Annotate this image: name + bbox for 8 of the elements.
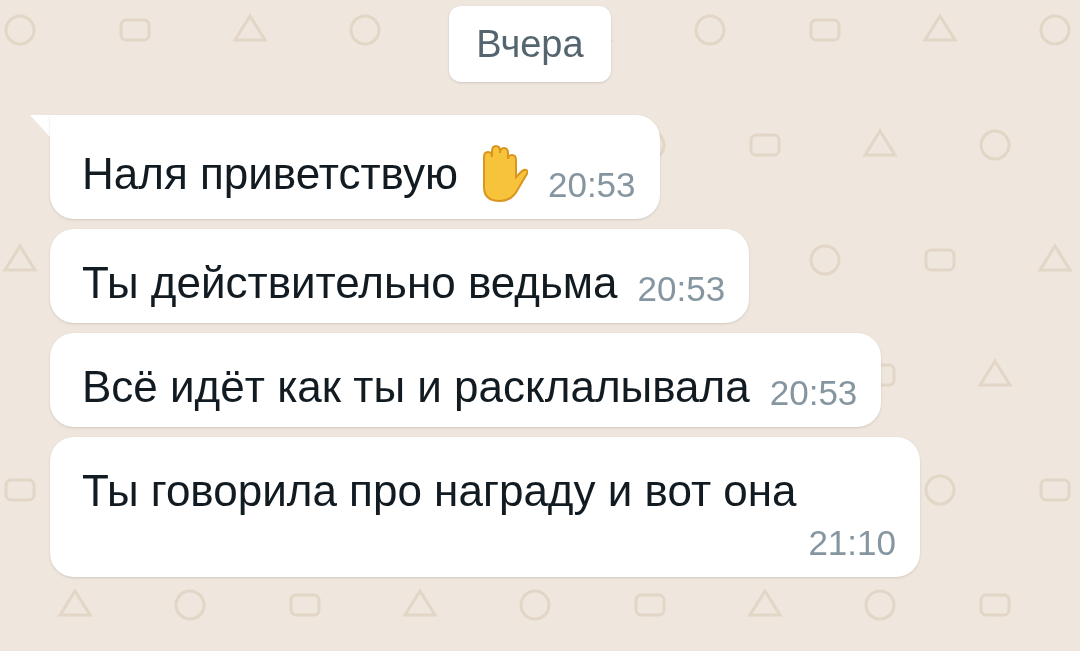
message-time: 20:53 [547, 165, 636, 205]
message-text: Всё идёт как ты и расклалывала [82, 361, 750, 413]
message-text: Ты действительно ведьма [82, 257, 618, 309]
message-text: Наля приветствую [82, 148, 458, 200]
message-time: 20:53 [769, 373, 858, 413]
message-text: Ты говорила про награду и вот она [82, 465, 797, 517]
message-time: 21:10 [808, 523, 896, 563]
message-time: 20:53 [637, 269, 726, 309]
